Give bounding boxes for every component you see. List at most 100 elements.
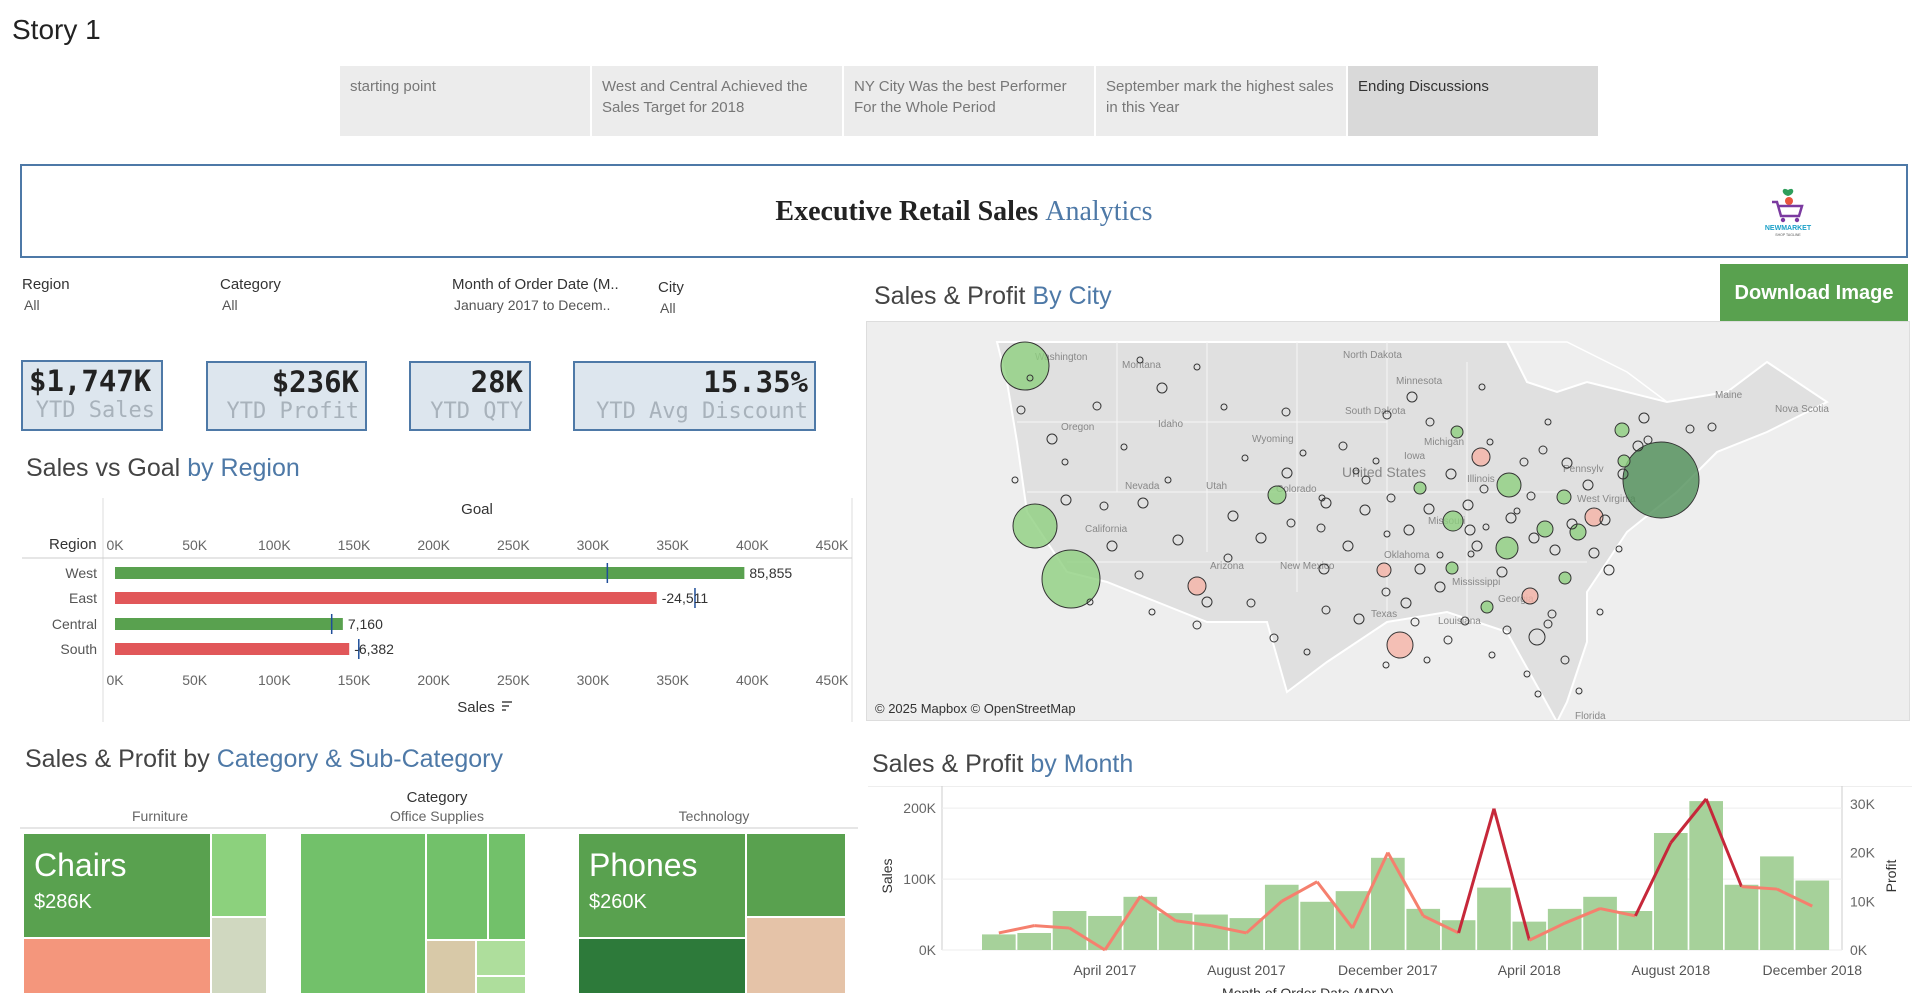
month-sales-bar[interactable] [1017,932,1052,950]
city-bubble[interactable] [1187,576,1207,596]
region-bottom-tick-label: 100K [258,672,291,688]
city-bubble[interactable] [1413,481,1427,495]
filter-month[interactable]: Month of Order Date (M.. January 2017 to… [452,276,619,313]
map-region-label: Wyoming [1252,434,1294,445]
city-bubble[interactable] [1376,562,1392,578]
city-bubble[interactable] [1569,523,1587,541]
story-tab-starting-point[interactable]: starting point [340,66,590,136]
map-region-label: Arizona [1210,561,1244,572]
filter-category-value: All [222,297,238,313]
city-bubble[interactable] [1558,571,1572,585]
city-bubble[interactable] [1617,454,1631,468]
city-bubble[interactable] [1011,476,1019,484]
city-bubble[interactable] [1442,510,1464,532]
city-bubble[interactable] [1192,620,1202,630]
city-map-canvas[interactable]: WashingtonMontanaNorth DakotaMinnesotaOr… [867,322,1910,721]
region-bar[interactable] [115,643,350,655]
region-top-tick-label: 100K [258,537,291,553]
month-x-tick-label: December 2017 [1338,962,1438,978]
city-bubble[interactable] [1536,520,1554,538]
city-map[interactable]: Washington Montana North Dakota Minnesota Or… [866,321,1910,721]
city-bubble[interactable] [1012,503,1058,549]
filter-region[interactable]: Region All [22,276,70,313]
map-region-label: Nova Scotia [1775,404,1829,415]
city-bubble[interactable] [1267,485,1287,505]
story-tab-september[interactable]: September mark the highest sales in this… [1096,66,1346,136]
region-bottom-tick-label: 0K [106,672,124,688]
city-bubble[interactable] [1556,489,1572,505]
city-bubble[interactable] [1386,631,1414,659]
month-sales-bar[interactable] [1618,911,1653,950]
month-sales-bar[interactable] [1653,833,1688,950]
city-bubble[interactable] [1445,561,1459,575]
treemap-technology-tile-4[interactable] [747,918,845,993]
month-sales-bar[interactable] [1760,856,1794,950]
city-bubble[interactable] [1596,608,1604,616]
region-bar[interactable] [115,618,343,630]
filter-category[interactable]: Category All [220,276,281,313]
treemap-office-tile-5[interactable] [477,941,525,975]
month-sales-bar[interactable] [1194,914,1228,950]
month-sales-bar[interactable] [982,934,1016,950]
treemap-furniture-loss-tile[interactable] [24,939,210,993]
treemap-furniture-tile-3[interactable] [212,918,266,993]
dashboard-title-accent: Analytics [1045,196,1153,227]
treemap-office-tile-4[interactable] [427,941,475,993]
city-bubble[interactable] [1148,608,1156,616]
city-bubble[interactable] [1521,587,1539,605]
city-bubble[interactable] [1603,564,1615,576]
city-bubble[interactable] [1615,545,1623,553]
city-bubble[interactable] [1495,536,1519,560]
city-bubble[interactable] [1496,472,1522,498]
story-tab-west-central[interactable]: West and Central Achieved the Sales Targ… [592,66,842,136]
download-image-button[interactable]: Download Image [1720,264,1908,322]
city-bubble[interactable] [1488,651,1496,659]
treemap-office-tile-6[interactable] [477,977,525,993]
sort-icon[interactable] [502,701,512,711]
map-region-label: Oklahoma [1384,550,1430,561]
category-technology-label: Technology [679,808,750,824]
region-bar[interactable] [115,567,745,579]
filter-city[interactable]: City All [658,279,684,316]
city-bubble[interactable] [1382,661,1390,669]
month-sales-bar[interactable] [1300,901,1334,950]
treemap-technology-tile-2[interactable] [579,939,745,993]
filter-month-value: January 2017 to Decem.. [454,297,611,313]
month-sales-bar[interactable] [1689,801,1723,950]
month-sales-bar[interactable] [1477,887,1511,950]
kpi-ytd-qty: 28K YTD QTY [409,361,531,431]
month-sales-bar[interactable] [1158,913,1193,950]
city-bubble[interactable] [1410,617,1420,627]
month-sales-bar[interactable] [1724,884,1759,950]
month-sales-bar[interactable] [1441,920,1476,950]
city-bubble[interactable] [1000,341,1050,391]
treemap-phones-value: $260K [589,891,647,913]
month-section-title-accent: by Month [1030,750,1134,778]
month-sales-bar[interactable] [1583,896,1617,950]
city-bubble[interactable] [1443,635,1453,645]
city-bubble[interactable] [1614,422,1630,438]
treemap-office-tile-3[interactable] [489,834,525,939]
city-bubble[interactable] [1575,687,1583,695]
kpi-ytd-profit-caption: YTD Profit [226,399,359,424]
city-bubble[interactable] [1534,690,1542,698]
city-bubble[interactable] [1423,656,1431,664]
treemap-technology-tile-3[interactable] [747,834,845,916]
story-tab-ny-city[interactable]: NY City Was the best Performer For the W… [844,66,1094,136]
city-bubble[interactable] [1480,600,1494,614]
story-tab-ending-discussions[interactable]: Ending Discussions [1348,66,1598,136]
city-bubble[interactable] [1471,447,1491,467]
treemap-office-tile-1[interactable] [301,834,425,993]
city-bubble[interactable] [1450,425,1464,439]
city-bubble[interactable] [1523,670,1531,678]
city-bubble[interactable] [1584,507,1604,527]
month-profit-segment[interactable] [998,924,1035,935]
treemap-furniture-tile-2[interactable] [212,834,266,916]
city-bubble[interactable] [1622,441,1700,519]
region-bar[interactable] [115,592,657,604]
category-header: Category [407,789,468,806]
treemap-office-tile-2[interactable] [427,834,487,939]
month-sales-bar[interactable] [1052,911,1087,950]
month-sales-bars [982,801,1830,950]
month-sales-bar[interactable] [1795,880,1830,950]
